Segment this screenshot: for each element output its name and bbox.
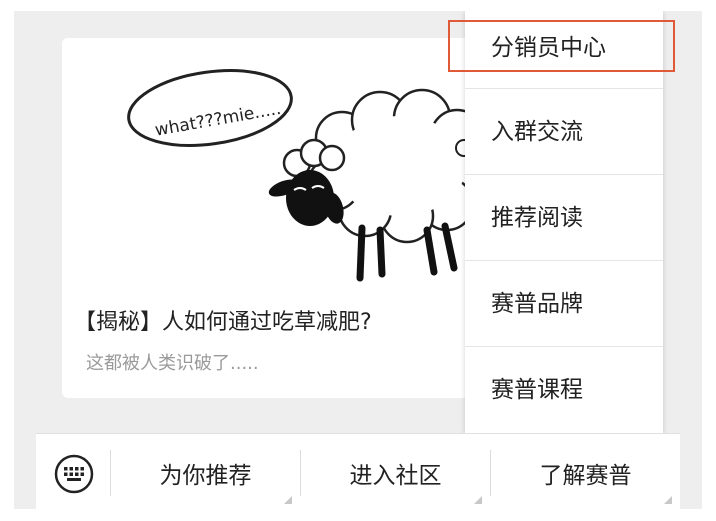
menu-item-recommended-reading[interactable]: 推荐阅读	[465, 175, 663, 261]
menu-item-distributor-center[interactable]: 分销员中心	[465, 11, 663, 89]
submenu-indicator-icon	[284, 496, 292, 504]
article-title[interactable]: 【揭秘】人如何通过吃草减肥?	[74, 304, 372, 336]
bubble-text: what???mie.....	[153, 99, 282, 141]
menu-item-label: 赛普品牌	[491, 291, 583, 317]
tab-about-saipu[interactable]: 了解赛普	[491, 434, 680, 509]
submenu-indicator-icon	[664, 496, 672, 504]
menu-item-label: 分销员中心	[491, 35, 606, 61]
tab-recommend-for-you[interactable]: 为你推荐	[111, 434, 300, 509]
popup-menu: 分销员中心 入群交流 推荐阅读 赛普品牌 赛普课程	[465, 11, 663, 433]
article-description: 这都被人类识破了.....	[86, 353, 259, 374]
bottom-menu-bar: 为你推荐 进入社区 了解赛普	[36, 433, 680, 509]
sheep-illustration: what???mie.....	[127, 69, 494, 282]
menu-item-join-group[interactable]: 入群交流	[465, 89, 663, 175]
menu-item-label: 入群交流	[491, 119, 583, 145]
tab-label: 了解赛普	[539, 463, 632, 489]
keyboard-icon[interactable]	[54, 454, 94, 494]
menu-item-label: 赛普课程	[491, 377, 583, 403]
tab-label: 为你推荐	[159, 463, 252, 489]
tab-label: 进入社区	[349, 463, 442, 489]
article-card[interactable]: what???mie..... 【揭秘】人如何通过吃草减肥? 这都被人类识破了.…	[62, 38, 512, 398]
menu-item-courses[interactable]: 赛普课程	[465, 347, 663, 433]
chat-screen: what???mie..... 【揭秘】人如何通过吃草减肥? 这都被人类识破了.…	[14, 11, 702, 509]
tab-enter-community[interactable]: 进入社区	[301, 434, 490, 509]
submenu-indicator-icon	[474, 496, 482, 504]
menu-item-label: 推荐阅读	[491, 205, 583, 231]
article-cover-image: what???mie.....	[62, 38, 512, 290]
menu-item-brand[interactable]: 赛普品牌	[465, 261, 663, 347]
